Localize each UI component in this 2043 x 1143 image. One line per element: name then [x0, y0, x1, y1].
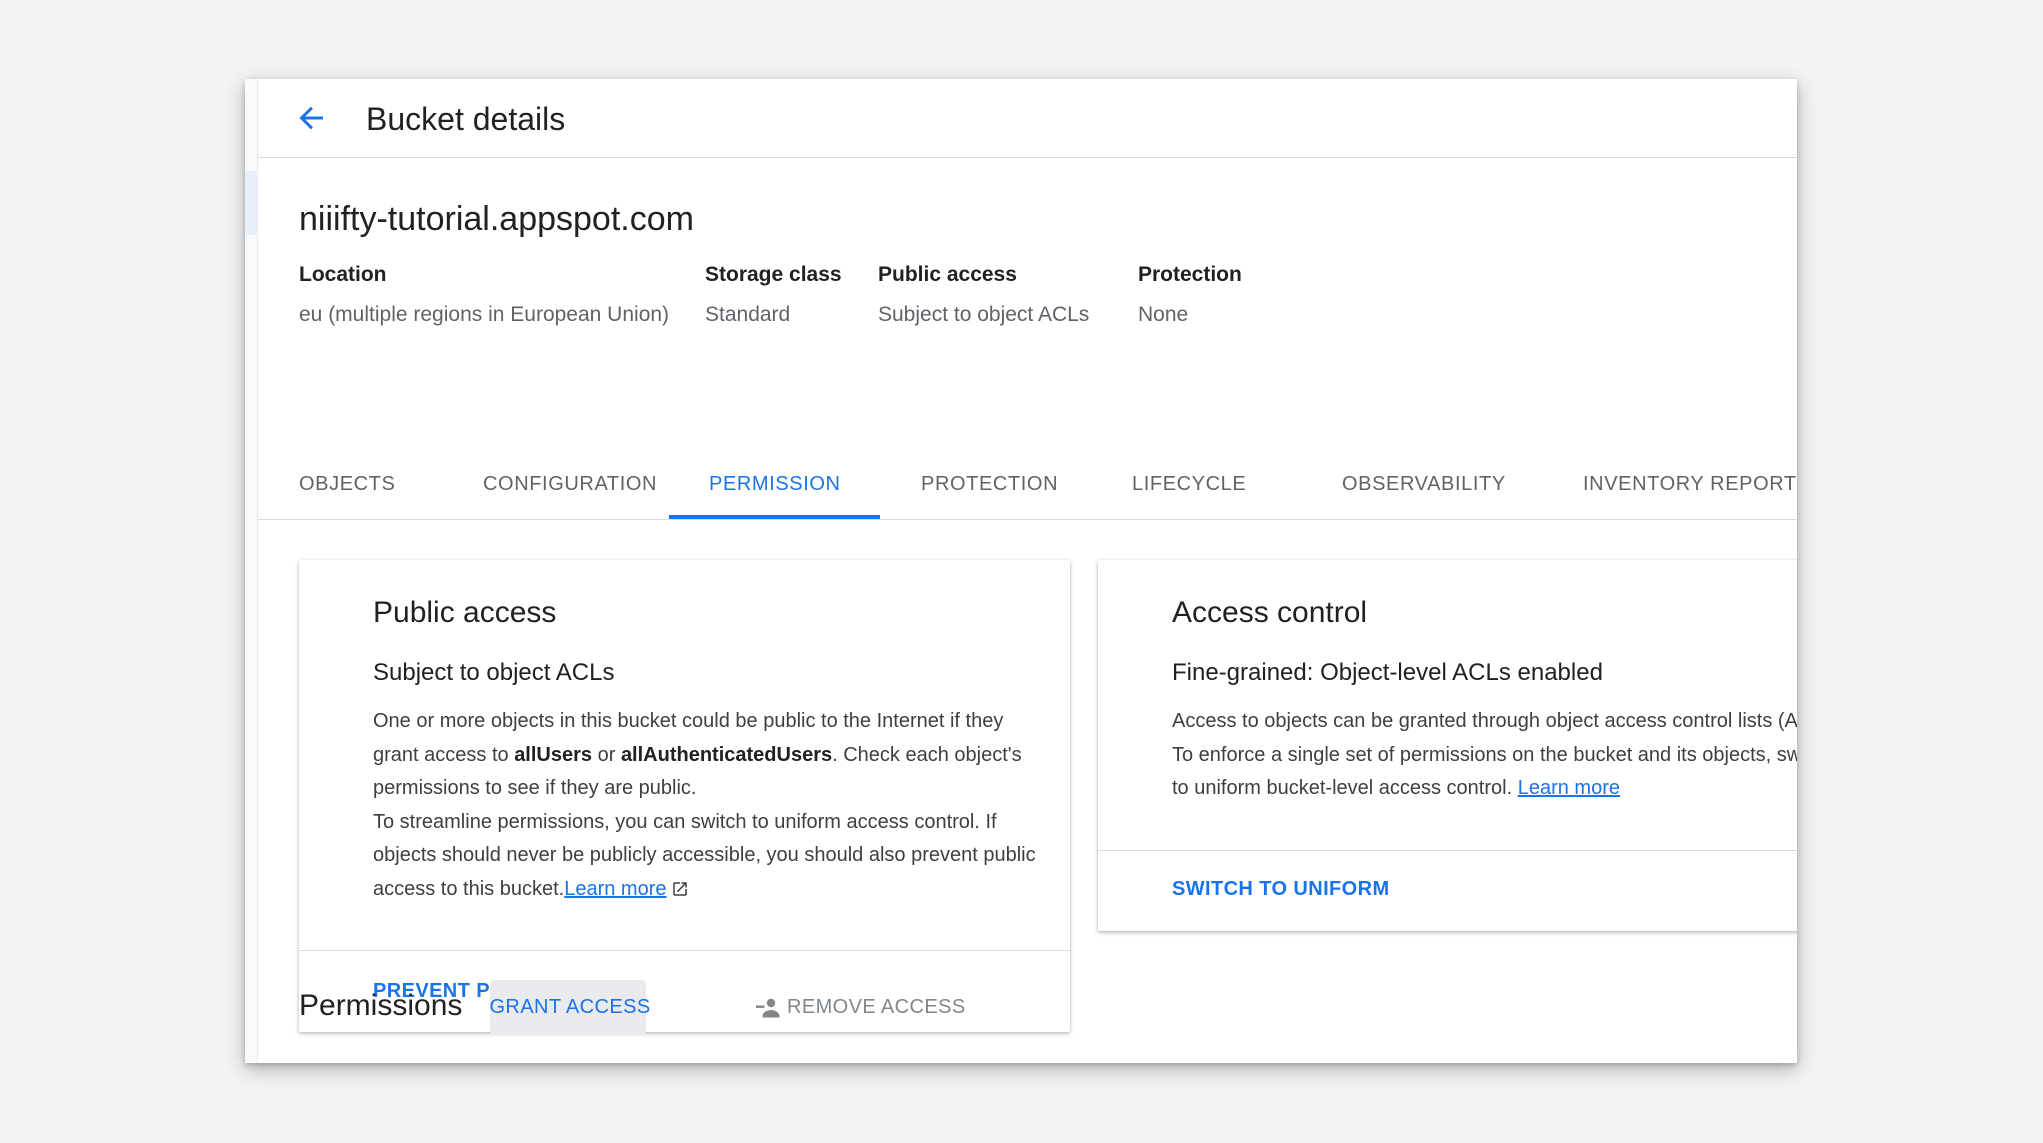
tab-bar: OBJECTS CONFIGURATION PERMISSION PROTECT…: [257, 443, 1797, 520]
storage-class-value: Standard: [705, 303, 791, 326]
remove-access-button[interactable]: REMOVE ACCESS: [753, 980, 966, 1035]
tab-objects[interactable]: OBJECTS: [299, 443, 395, 519]
arrow-back-icon: [299, 106, 323, 130]
public-access-paragraph-2: To streamline permissions, you can switc…: [373, 810, 1036, 900]
access-control-card-body: Access to objects can be granted through…: [1172, 710, 1797, 799]
access-control-card-title: Access control: [1172, 596, 1368, 629]
tab-permission[interactable]: PERMISSION: [709, 443, 841, 519]
public-access-value: Subject to object ACLs: [878, 303, 1090, 326]
tab-observability[interactable]: OBSERVABILITY: [1342, 443, 1506, 519]
public-access-label: Public access: [878, 263, 1017, 286]
page-header: Bucket details: [257, 79, 1797, 158]
location-label: Location: [299, 263, 387, 286]
public-access-card-title: Public access: [373, 596, 557, 629]
remove-access-label: REMOVE ACCESS: [787, 996, 966, 1018]
bucket-details-window: Bucket details niiifty-tutorial.appspot.…: [245, 79, 1797, 1063]
back-button[interactable]: [290, 96, 334, 140]
access-control-card-divider: [1098, 850, 1797, 851]
meta-public-access: Public access Subject to object ACLs: [878, 261, 1089, 329]
tab-inventory-reports[interactable]: INVENTORY REPORTS: [1583, 443, 1797, 519]
tab-protection[interactable]: PROTECTION: [921, 443, 1058, 519]
active-tab-indicator: [669, 515, 880, 519]
public-access-learn-more-link[interactable]: Learn more: [564, 878, 666, 900]
public-access-card-body: One or more objects in this bucket could…: [373, 705, 1053, 906]
protection-label: Protection: [1138, 263, 1242, 286]
grant-access-label: GRANT ACCESS: [489, 996, 651, 1018]
left-nav-rail: [245, 79, 258, 1063]
bucket-name: niiifty-tutorial.appspot.com: [299, 200, 694, 238]
access-control-card: Access control Fine-grained: Object-leve…: [1098, 560, 1797, 931]
public-access-card-subtitle: Subject to object ACLs: [373, 659, 615, 686]
public-access-paragraph-1: One or more objects in this bucket could…: [373, 710, 1022, 799]
all-authenticated-users-term: allAuthenticatedUsers: [620, 743, 833, 766]
person-remove-icon: [756, 998, 780, 1017]
meta-storage-class: Storage class Standard: [705, 261, 842, 329]
permissions-title: Permissions: [299, 989, 463, 1022]
tab-lifecycle[interactable]: LIFECYCLE: [1132, 443, 1246, 519]
access-control-card-subtitle: Fine-grained: Object-level ACLs enabled: [1172, 659, 1603, 686]
public-access-card-divider: [299, 950, 1070, 951]
meta-location: Location eu (multiple regions in Europea…: [299, 261, 669, 329]
all-users-term: allUsers: [514, 743, 593, 766]
access-control-learn-more-link[interactable]: Learn more: [1518, 777, 1620, 799]
page-title: Bucket details: [366, 101, 566, 137]
public-access-card: Public access Subject to object ACLs One…: [299, 560, 1070, 1032]
left-nav-selected-indicator: [245, 171, 257, 235]
switch-to-uniform-button[interactable]: SWITCH TO UNIFORM: [1172, 878, 1390, 901]
location-value: eu (multiple regions in European Union): [299, 303, 670, 326]
storage-class-label: Storage class: [705, 263, 842, 286]
open-in-new-icon: [673, 881, 688, 896]
grant-access-button[interactable]: GRANT ACCESS: [489, 980, 650, 1035]
protection-value: None: [1138, 303, 1189, 326]
tab-configuration[interactable]: CONFIGURATION: [483, 443, 657, 519]
meta-protection: Protection None: [1138, 261, 1242, 329]
